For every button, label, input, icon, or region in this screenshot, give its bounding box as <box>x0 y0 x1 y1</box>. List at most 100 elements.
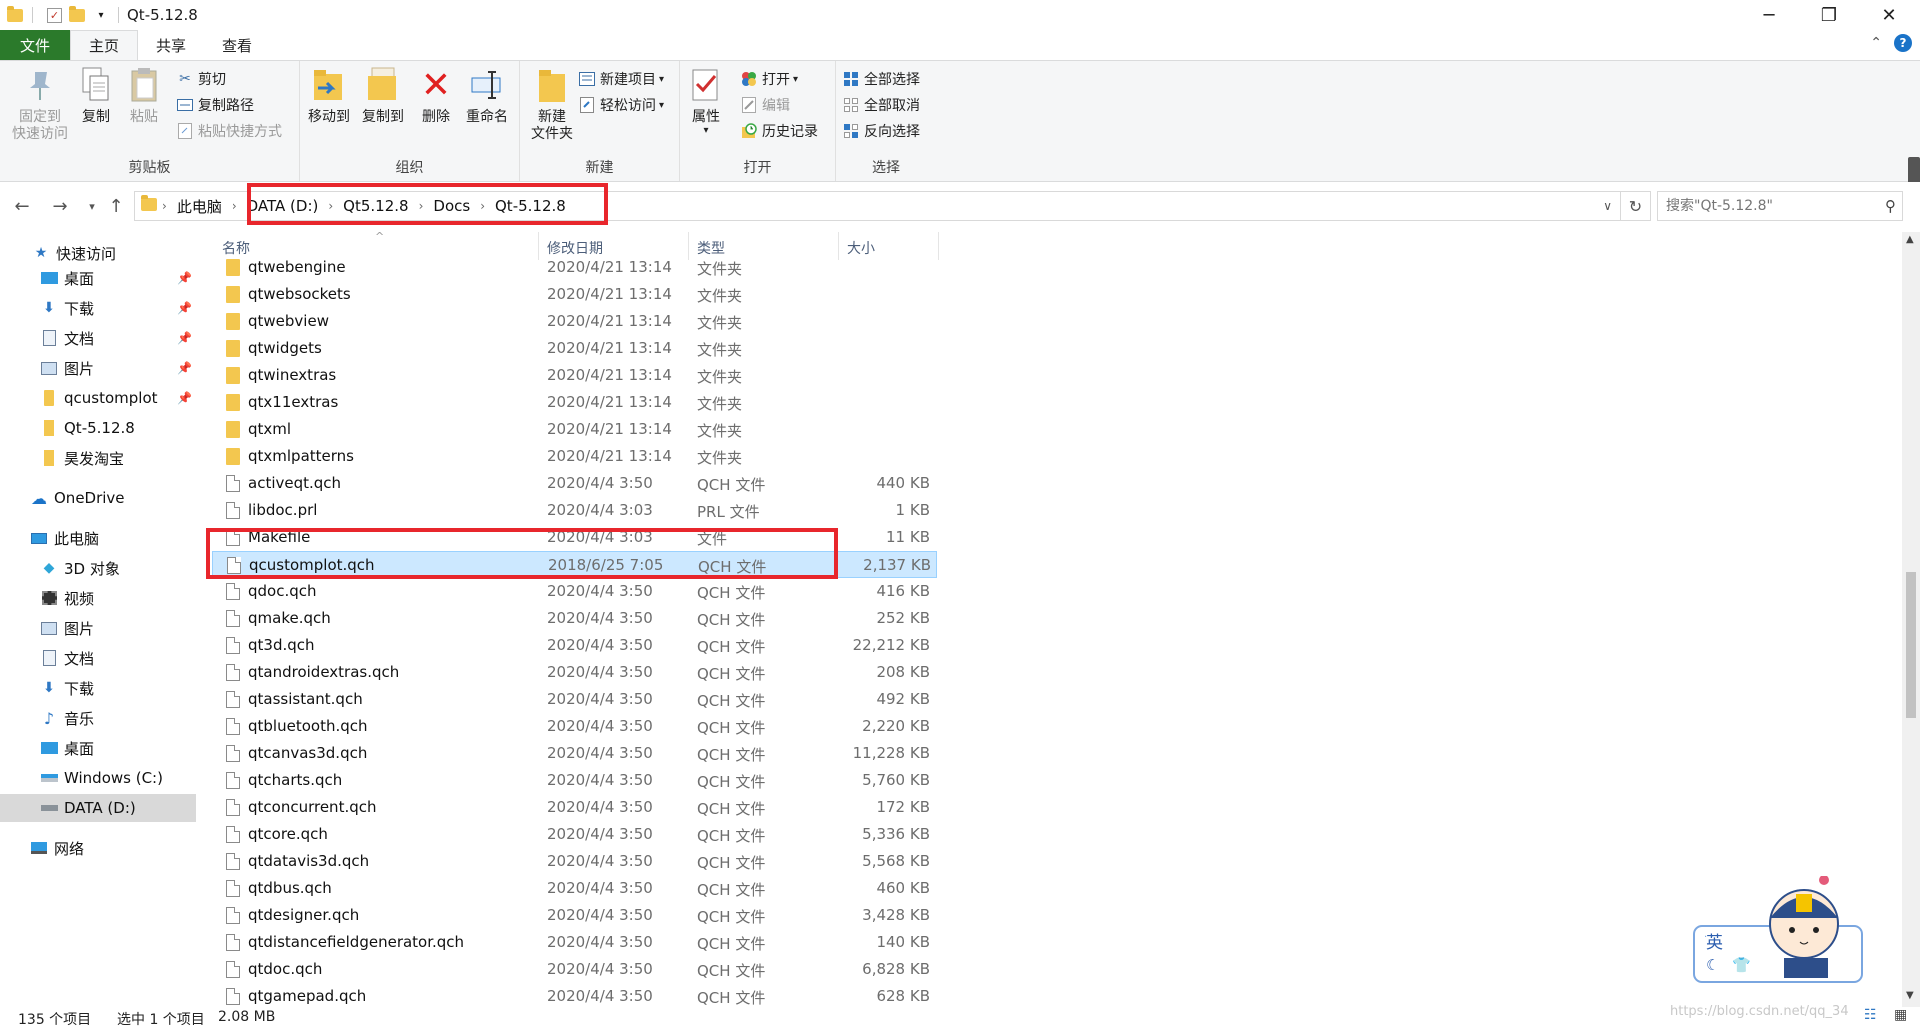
sidebar-item-pc-documents[interactable]: 文档 <box>0 644 196 672</box>
file-row[interactable]: qtwidgets 2020/4/21 13:14 文件夹 <box>212 335 937 362</box>
file-row[interactable]: qtcore.qch 2020/4/4 3:50 QCH 文件 5,336 KB <box>212 821 937 848</box>
move-to-button[interactable]: 移动到 <box>304 65 354 126</box>
file-row[interactable]: qtgamepad.qch 2020/4/4 3:50 QCH 文件 628 KB <box>212 983 937 1007</box>
file-row[interactable]: qtx11extras 2020/4/21 13:14 文件夹 <box>212 389 937 416</box>
help-icon[interactable]: ? <box>1894 34 1912 52</box>
file-row[interactable]: qtwebview 2020/4/21 13:14 文件夹 <box>212 308 937 335</box>
file-row[interactable]: qtdbus.qch 2020/4/4 3:50 QCH 文件 460 KB <box>212 875 937 902</box>
file-row[interactable]: qtassistant.qch 2020/4/4 3:50 QCH 文件 492 KB <box>212 686 937 713</box>
address-dropdown-icon[interactable]: ∨ <box>1603 199 1612 213</box>
forward-arrow-icon[interactable]: → <box>48 194 72 218</box>
sidebar-item-pc-pictures[interactable]: 图片 <box>0 614 196 642</box>
tab-file[interactable]: 文件 <box>0 30 71 60</box>
properties-button[interactable]: 属性 ▾ <box>686 65 726 136</box>
close-button[interactable]: ✕ <box>1860 0 1918 30</box>
file-row[interactable]: qtwebsockets 2020/4/21 13:14 文件夹 <box>212 281 937 308</box>
invert-selection-button[interactable]: 反向选择 <box>842 119 920 143</box>
file-row[interactable]: qtcharts.qch 2020/4/4 3:50 QCH 文件 5,760 KB <box>212 767 937 794</box>
breadcrumb-separator-icon[interactable]: › <box>475 199 490 213</box>
sidebar-item-onedrive[interactable]: ☁ OneDrive <box>0 484 196 512</box>
scrollbar-thumb[interactable] <box>1906 572 1916 718</box>
open-button[interactable]: 打开 ▾ <box>740 67 798 91</box>
recent-locations-icon[interactable]: ▾ <box>80 194 104 218</box>
pin-to-quick-access-button[interactable]: 固定到 快速访问 <box>8 65 72 143</box>
search-box[interactable]: ⚲ <box>1657 191 1903 221</box>
large-icons-view-icon[interactable]: ▦ <box>1894 1007 1907 1023</box>
sidebar-item-documents[interactable]: 文档 📌 <box>0 324 196 352</box>
cut-button[interactable]: ✂ 剪切 <box>176 67 226 91</box>
breadcrumb-docs[interactable]: Docs <box>428 197 475 215</box>
minimize-button[interactable]: ─ <box>1740 0 1798 30</box>
sidebar-item-windows-c[interactable]: Windows (C:) <box>0 764 196 792</box>
sidebar-item-quick-access[interactable]: ★ 快速访问 <box>0 239 196 267</box>
file-row[interactable]: qtdatavis3d.qch 2020/4/4 3:50 QCH 文件 5,568 … <box>212 848 937 875</box>
new-folder-button[interactable]: 新建 文件夹 <box>524 65 580 143</box>
tab-view[interactable]: 查看 <box>204 30 270 60</box>
restore-button[interactable]: ❐ <box>1800 0 1858 30</box>
quick-access-dropdown-icon[interactable]: ▾ <box>92 6 110 24</box>
paste-button[interactable]: 粘贴 <box>124 65 164 126</box>
breadcrumb-separator-icon[interactable]: › <box>227 199 242 213</box>
scroll-up-icon[interactable]: ▲ <box>1906 234 1914 245</box>
file-row[interactable]: qtxmlpatterns 2020/4/21 13:14 文件夹 <box>212 443 937 470</box>
file-row[interactable]: activeqt.qch 2020/4/4 3:50 QCH 文件 440 KB <box>212 470 937 497</box>
search-input[interactable] <box>1658 192 1868 220</box>
sidebar-item-videos[interactable]: 视频 <box>0 584 196 612</box>
sidebar-item-desktop[interactable]: 桌面 📌 <box>0 264 196 292</box>
breadcrumb-qt5128[interactable]: Qt5.12.8 <box>338 197 413 215</box>
details-view-icon[interactable]: ☷ <box>1864 1007 1877 1023</box>
sidebar-item-pictures[interactable]: 图片 📌 <box>0 354 196 382</box>
file-row[interactable]: libdoc.prl 2020/4/4 3:03 PRL 文件 1 KB <box>212 497 937 524</box>
file-row[interactable]: qtdistancefieldgenerator.qch 2020/4/4 3:5… <box>212 929 937 956</box>
up-arrow-icon[interactable]: ↑ <box>104 194 128 218</box>
properties-icon[interactable]: ✓ <box>47 7 62 23</box>
file-row[interactable]: qtdoc.qch 2020/4/4 3:50 QCH 文件 6,828 KB <box>212 956 937 983</box>
sidebar-item-this-pc[interactable]: 此电脑 <box>0 524 196 552</box>
file-row[interactable]: qcustomplot.qch 2018/6/25 7:05 QCH 文件 2,137… <box>212 551 937 578</box>
breadcrumb-separator-icon[interactable]: › <box>414 199 429 213</box>
new-item-button[interactable]: 新建项目 ▾ <box>578 67 664 91</box>
file-row[interactable]: qdoc.qch 2020/4/4 3:50 QCH 文件 416 KB <box>212 578 937 605</box>
easy-access-button[interactable]: 轻松访问 ▾ <box>578 93 664 117</box>
sidebar-item-downloads[interactable]: ⬇ 下载 📌 <box>0 294 196 322</box>
file-row[interactable]: qtbluetooth.qch 2020/4/4 3:50 QCH 文件 2,220 … <box>212 713 937 740</box>
file-list-scrollbar[interactable]: ▲ ▼ <box>1902 232 1920 1007</box>
tab-share[interactable]: 共享 <box>138 30 204 60</box>
refresh-icon[interactable]: ↻ <box>1621 191 1651 221</box>
sidebar-item-qt-5128[interactable]: Qt-5.12.8 <box>0 414 196 442</box>
collapse-ribbon-icon[interactable]: ⌃ <box>1870 35 1882 51</box>
file-row[interactable]: qmake.qch 2020/4/4 3:50 QCH 文件 252 KB <box>212 605 937 632</box>
edit-button[interactable]: 编辑 <box>740 93 790 117</box>
file-row[interactable]: qtconcurrent.qch 2020/4/4 3:50 QCH 文件 172 K… <box>212 794 937 821</box>
sidebar-item-pc-desktop[interactable]: 桌面 <box>0 734 196 762</box>
breadcrumb-separator-icon[interactable]: › <box>323 199 338 213</box>
history-button[interactable]: 历史记录 <box>740 119 818 143</box>
copy-to-button[interactable]: 复制到 <box>358 65 408 126</box>
file-row[interactable]: Makefile 2020/4/4 3:03 文件 11 KB <box>212 524 937 551</box>
select-all-button[interactable]: 全部选择 <box>842 67 920 91</box>
sidebar-item-3d-objects[interactable]: ◆ 3D 对象 <box>0 554 196 582</box>
file-row[interactable]: qtwebengine 2020/4/21 13:14 文件夹 <box>212 254 937 281</box>
breadcrumb-data-drive[interactable]: DATA (D:) <box>242 197 324 215</box>
scroll-down-icon[interactable]: ▼ <box>1906 990 1914 1001</box>
breadcrumb-separator-icon[interactable]: › <box>157 199 172 213</box>
sidebar-item-music[interactable]: ♪ 音乐 <box>0 704 196 732</box>
search-icon[interactable]: ⚲ <box>1885 197 1896 215</box>
sidebar-item-haofa-taobao[interactable]: 昊发淘宝 <box>0 444 196 472</box>
new-folder-icon[interactable] <box>68 5 86 24</box>
file-row[interactable]: qtdesigner.qch 2020/4/4 3:50 QCH 文件 3,428 K… <box>212 902 937 929</box>
back-arrow-icon[interactable]: ← <box>10 194 34 218</box>
tab-home[interactable]: 主页 <box>70 30 139 60</box>
ime-mascot-widget[interactable]: · · 英 ☾ 👕 <box>1692 875 1868 984</box>
address-bar[interactable]: › 此电脑 › DATA (D:) › Qt5.12.8 › Docs › Qt… <box>134 191 1621 221</box>
file-row[interactable]: qtandroidextras.qch 2020/4/4 3:50 QCH 文件 20… <box>212 659 937 686</box>
sidebar-item-network[interactable]: 网络 <box>0 834 196 862</box>
column-divider[interactable] <box>938 232 939 260</box>
breadcrumb-qt-5128[interactable]: Qt-5.12.8 <box>490 197 571 215</box>
file-row[interactable]: qtcanvas3d.qch 2020/4/4 3:50 QCH 文件 11,228 … <box>212 740 937 767</box>
file-row[interactable]: qtwinextras 2020/4/21 13:14 文件夹 <box>212 362 937 389</box>
delete-button[interactable]: ✕ 删除 <box>416 65 456 126</box>
file-row[interactable]: qt3d.qch 2020/4/4 3:50 QCH 文件 22,212 KB <box>212 632 937 659</box>
file-row[interactable]: qtxml 2020/4/21 13:14 文件夹 <box>212 416 937 443</box>
rename-button[interactable]: 重命名 <box>462 65 512 126</box>
